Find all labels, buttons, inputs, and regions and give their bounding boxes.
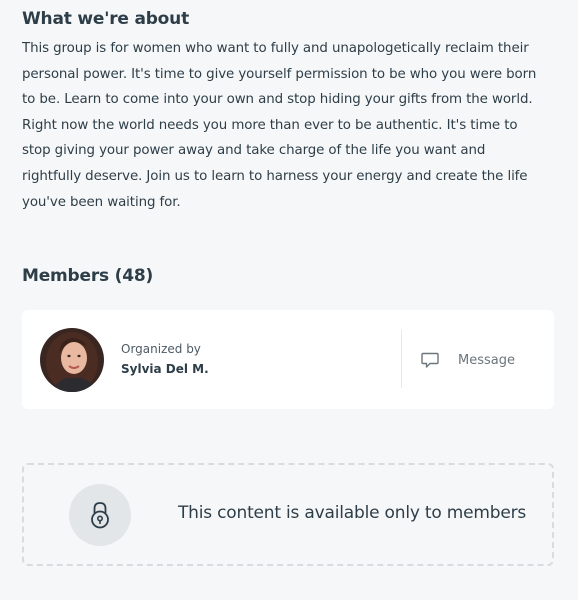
about-line: stop giving your power away and take cha…	[22, 143, 486, 159]
about-heading: What we're about	[22, 9, 189, 29]
lock-icon-circle	[69, 484, 131, 546]
organizer-avatar[interactable]	[40, 328, 104, 392]
organizer-card: Organized by Sylvia Del M. Message	[22, 310, 554, 409]
about-line: personal power. It's time to give yourse…	[22, 66, 537, 82]
about-line: you've been waiting for.	[22, 194, 181, 210]
chat-bubble-icon	[421, 352, 439, 368]
members-heading[interactable]: Members (48)	[22, 266, 153, 286]
about-line: This group is for women who want to full…	[22, 41, 529, 56]
about-description: This group is for women who want to full…	[22, 36, 562, 215]
about-line: Right now the world needs you more than …	[22, 117, 518, 133]
organized-by-label: Organized by	[121, 342, 201, 356]
message-button[interactable]: Message	[414, 340, 534, 380]
about-line: rightfully deserve. Join us to learn to …	[22, 168, 528, 184]
organizer-avatar-photo	[40, 328, 104, 392]
lock-icon	[91, 502, 109, 529]
card-divider	[401, 330, 402, 388]
about-line: to be. Learn to come into your own and s…	[22, 92, 533, 108]
members-only-text: This content is available only to member…	[178, 503, 527, 523]
message-label: Message	[458, 352, 515, 368]
members-only-notice: This content is available only to member…	[22, 463, 554, 566]
organizer-name[interactable]: Sylvia Del M.	[121, 362, 209, 376]
